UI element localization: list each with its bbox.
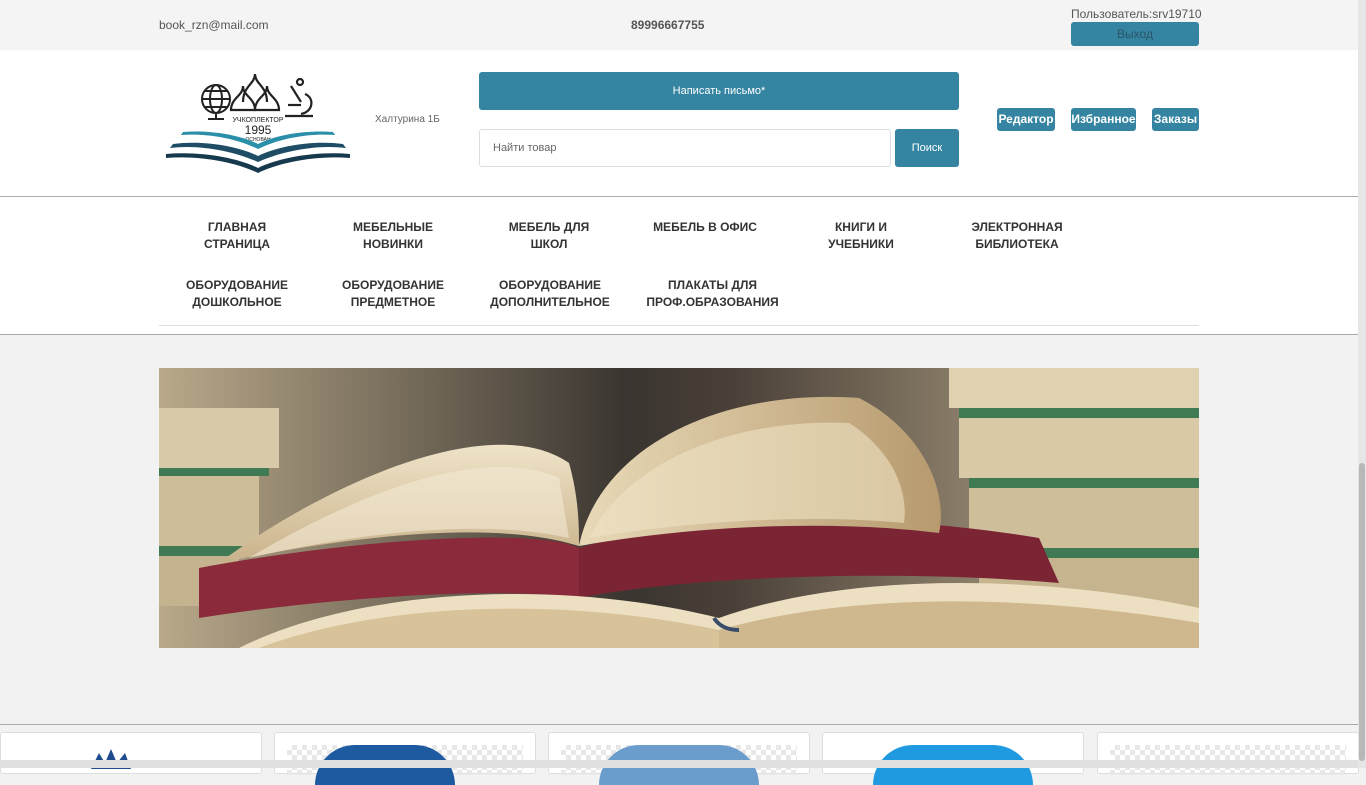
- search-button[interactable]: Поиск: [895, 129, 959, 167]
- nav-item-office-furniture[interactable]: МЕБЕЛЬ В ОФИС: [630, 219, 780, 236]
- store-address: Халтурина 1Б: [375, 114, 440, 125]
- nav-item-label: ПРЕДМЕТНОЕ: [350, 295, 436, 309]
- nav-item-furniture-new[interactable]: МЕБЕЛЬНЫЕ НОВИНКИ: [318, 219, 468, 253]
- nav-item-home[interactable]: ГЛАВНАЯ СТРАНИЦА: [162, 219, 312, 253]
- current-user-label: Пользователь:srv19710: [1071, 7, 1202, 21]
- microscope-icon: [285, 77, 313, 118]
- nav-item-label: БИБЛИОТЕКА: [975, 237, 1059, 251]
- editor-button[interactable]: Редактор: [997, 108, 1055, 131]
- contact-email[interactable]: book_rzn@mail.com: [159, 18, 269, 32]
- site-logo[interactable]: УЧКОПЛЕКТОР 1995 ОСНОВАН: [163, 72, 353, 174]
- nav-item-label: ГЛАВНАЯ: [207, 220, 267, 234]
- section-divider: [0, 724, 1358, 725]
- nav-item-label: ПРОФ.ОБРАЗОВАНИЯ: [646, 295, 779, 309]
- nav-item-preschool-equipment[interactable]: ОБОРУДОВАНИЕ ДОШКОЛЬНОЕ: [162, 277, 312, 311]
- nav-item-additional-equipment[interactable]: ОБОРУДОВАНИЕ ДОПОЛНИТЕЛЬНОЕ: [474, 277, 626, 311]
- nav-item-label: МЕБЕЛЬНЫЕ: [352, 220, 434, 234]
- horizontal-scrollbar[interactable]: [0, 760, 1358, 768]
- nav-item-books[interactable]: КНИГИ И УЧЕБНИКИ: [786, 219, 936, 253]
- nav-item-label: МЕБЕЛЬ ДЛЯ: [508, 220, 590, 234]
- top-bar: book_rzn@mail.com 89996667755 Пользовате…: [0, 0, 1358, 50]
- domes-icon: [229, 73, 281, 112]
- nav-item-subject-equipment[interactable]: ОБОРУДОВАНИЕ ПРЕДМЕТНОЕ: [318, 277, 468, 311]
- search-input[interactable]: [479, 129, 891, 167]
- globe-icon: [201, 84, 231, 120]
- nav-item-label: ЭЛЕКТРОННАЯ: [971, 220, 1063, 234]
- nav-item-label: ПЛАКАТЫ ДЛЯ: [667, 278, 758, 292]
- nav-item-label: СТРАНИЦА: [203, 237, 271, 251]
- write-letter-button[interactable]: Написать письмо*: [479, 72, 959, 110]
- nav-item-label: УЧЕБНИКИ: [828, 237, 894, 251]
- nav-item-posters[interactable]: ПЛАКАТЫ ДЛЯ ПРОФ.ОБРАЗОВАНИЯ: [630, 277, 795, 311]
- nav-item-label: НОВИНКИ: [363, 237, 423, 251]
- logout-button[interactable]: Выход: [1071, 22, 1199, 46]
- logo-year: 1995: [245, 123, 272, 137]
- favorites-button[interactable]: Избранное: [1071, 108, 1136, 131]
- nav-item-label: ШКОЛ: [530, 237, 568, 251]
- nav-item-label: ОБОРУДОВАНИЕ: [499, 278, 601, 292]
- nav-item-label: ОБОРУДОВАНИЕ: [342, 278, 444, 292]
- nav-item-e-library[interactable]: ЭЛЕКТРОННАЯ БИБЛИОТЕКА: [942, 219, 1092, 253]
- nav-item-label: ДОПОЛНИТЕЛЬНОЕ: [490, 295, 610, 309]
- nav-item-school-furniture[interactable]: МЕБЕЛЬ ДЛЯ ШКОЛ: [474, 219, 624, 253]
- scrollbar-thumb[interactable]: [1359, 463, 1365, 761]
- nav-item-label: ДОШКОЛЬНОЕ: [192, 295, 282, 309]
- nav-divider: [159, 325, 1199, 326]
- orders-button[interactable]: Заказы: [1152, 108, 1199, 131]
- nav-item-label: ОБОРУДОВАНИЕ: [186, 278, 288, 292]
- hero-banner-books: [159, 368, 1199, 648]
- nav-item-label: КНИГИ И: [834, 220, 887, 234]
- main-nav: [0, 197, 1358, 335]
- contact-phone[interactable]: 89996667755: [631, 18, 704, 32]
- nav-item-label: МЕБЕЛЬ В ОФИС: [653, 220, 757, 234]
